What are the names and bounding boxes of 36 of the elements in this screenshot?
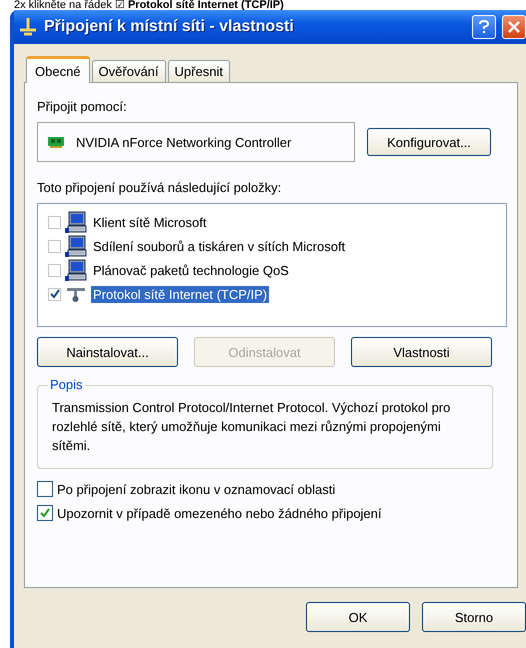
group-title: Popis xyxy=(48,377,85,392)
help-button[interactable] xyxy=(472,15,496,39)
section-label: Toto připojení používá následující položky: xyxy=(37,180,282,195)
close-icon xyxy=(508,21,520,33)
section-label: Připojit pomocí: xyxy=(37,99,128,114)
computer-icon xyxy=(65,235,87,257)
checkbox[interactable] xyxy=(48,264,61,276)
list-item[interactable]: Sdílení souborů a tiskáren v sítích Microsoft xyxy=(91,238,348,254)
dialog-button[interactable]: OK xyxy=(306,602,410,632)
tab[interactable]: Ověřování xyxy=(92,60,166,82)
list-item[interactable]: Klient sítě Microsoft xyxy=(91,214,208,230)
network-icon xyxy=(18,18,38,36)
option-label: Upozornit v případě omezeného nebo žádného připojení xyxy=(57,506,382,520)
checkbox[interactable] xyxy=(37,505,53,521)
list-item[interactable]: Protokol sítě Internet (TCP/IP) xyxy=(91,286,270,302)
computer-icon xyxy=(65,259,87,281)
checkbox[interactable] xyxy=(48,288,61,300)
configure-button[interactable]: Konfigurovat... xyxy=(367,128,491,156)
checkbox[interactable] xyxy=(48,240,61,252)
adapter-name: NVIDIA nForce Networking Controller xyxy=(76,134,292,150)
checkbox[interactable] xyxy=(48,216,61,228)
checkbox[interactable] xyxy=(37,481,53,497)
dialog-button[interactable]: Storno xyxy=(422,602,526,632)
help-icon xyxy=(478,20,490,34)
description-text: Transmission Control Protocol/Internet Protocol. Výchozí protokol pro rozlehlé sítě, který umožňuje komunikaci mezi různými propojenými sítěmi. xyxy=(52,399,452,455)
list-item[interactable]: Plánovač paketů technologie QoS xyxy=(91,262,291,278)
action-button[interactable]: Nainstalovat... xyxy=(37,337,178,367)
tab[interactable]: Upřesnit xyxy=(168,60,230,82)
caption-text: 2x klikněte na řádek ☑ Protokol sítě Internet (TCP/IP) xyxy=(13,0,285,10)
action-button[interactable]: Vlastnosti xyxy=(351,337,492,367)
network-card-icon xyxy=(48,136,66,148)
computer-icon xyxy=(65,211,87,233)
close-button[interactable] xyxy=(502,15,526,39)
window-title: Připojení k místní síti - vlastnosti xyxy=(44,18,295,36)
tab[interactable]: Obecné xyxy=(26,56,90,83)
option-label: Po připojení zobrazit ikonu v oznamovací oblasti xyxy=(57,482,336,496)
